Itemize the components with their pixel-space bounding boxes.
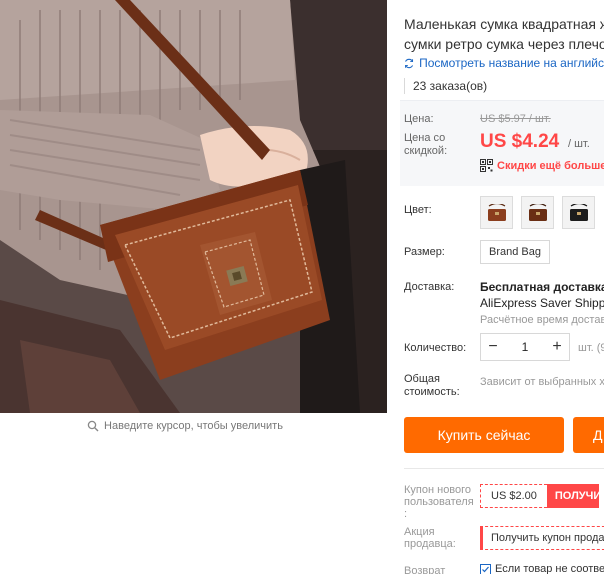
quantity-label: Количество: [404,342,467,354]
discount-price-label-line: скидкой: [404,145,448,157]
size-label: Размер: [404,246,445,258]
product-title-line: Маленькая сумка квадратная ж [404,16,604,32]
black-bag-thumb-icon [569,203,588,221]
add-to-cart-button[interactable]: Д [573,417,604,453]
zoom-hint: Наведите курсор, чтобы увеличить [0,413,370,439]
dark-brown-bag-thumb-icon [528,203,547,221]
quantity-available: шт. (9 [578,342,604,354]
original-price: US $5.97 / шт. [480,113,551,125]
new-user-coupon-label-line: : [404,508,408,520]
divider [404,468,604,469]
return-label: Возврат [404,565,446,574]
product-photo-illustration [0,0,387,413]
shipping-service: AliExpress Saver Shippin [480,296,604,310]
quantity-increase-button[interactable]: + [545,334,569,360]
new-user-coupon: US $2.00 ПОЛУЧИ [480,484,599,508]
qr-code-icon [480,159,493,172]
color-options [480,196,595,229]
return-policy-text: Если товар не соотве [495,563,604,574]
product-title-line: сумки ретро сумка через плечо [404,36,604,52]
color-option-brown[interactable] [480,196,513,229]
brown-bag-thumb-icon [487,203,506,221]
shipping-label: Доставка: [404,281,455,293]
price-unit: / шт. [568,138,590,150]
coupon-amount: US $2.00 [480,484,547,508]
shipping-estimate: Расчётное время достав [480,314,604,326]
get-coupon-button[interactable]: ПОЛУЧИ [546,484,599,508]
size-option-brand-bag[interactable]: Brand Bag [480,240,550,264]
quantity-stepper: − 1 + [480,333,570,361]
shield-check-icon [480,563,491,574]
buy-now-button[interactable]: Купить сейчас [404,417,564,453]
zoom-hint-text: Наведите курсор, чтобы увеличить [104,420,283,432]
product-title: Маленькая сумка квадратная ж сумки ретро… [404,14,604,54]
color-label: Цвет: [404,204,432,216]
total-label-line: Общая [404,373,440,385]
discount-price-label-line: Цена со [404,132,446,144]
total-label-line: стоимость: [404,386,460,398]
translate-icon [405,58,414,68]
color-option-dark-brown[interactable] [521,196,554,229]
quantity-decrease-button[interactable]: − [481,334,505,360]
price-box: Цена: Цена со скидкой: US $5.97 / шт. US… [400,100,604,186]
seller-coupon-button[interactable]: Получить купон прода [480,526,604,550]
more-discounts-link[interactable]: Скидки ещё больше н [480,159,604,172]
product-info-panel: Маленькая сумка квадратная ж сумки ретро… [392,0,604,574]
new-user-coupon-label-line: пользователя [404,496,474,508]
magnifier-icon [87,420,99,432]
translate-title-link[interactable]: Посмотреть название на английс [404,56,604,70]
product-main-image[interactable] [0,0,387,413]
seller-promo-label-line: продавца: [404,538,456,550]
total-value: Зависит от выбранных х [480,376,604,388]
return-policy: Если товар не соотве [480,563,604,574]
quantity-input[interactable]: 1 [505,340,545,354]
discount-price: US $4.24 [480,131,560,152]
shipping-title[interactable]: Бесплатная доставка в [480,280,604,294]
color-option-black[interactable] [562,196,595,229]
more-discounts-text[interactable]: Скидки ещё больше н [497,160,604,172]
translate-link-text[interactable]: Посмотреть название на английс [419,56,604,70]
price-label: Цена: [404,113,434,125]
orders-count: 23 заказа(ов) [404,78,487,94]
